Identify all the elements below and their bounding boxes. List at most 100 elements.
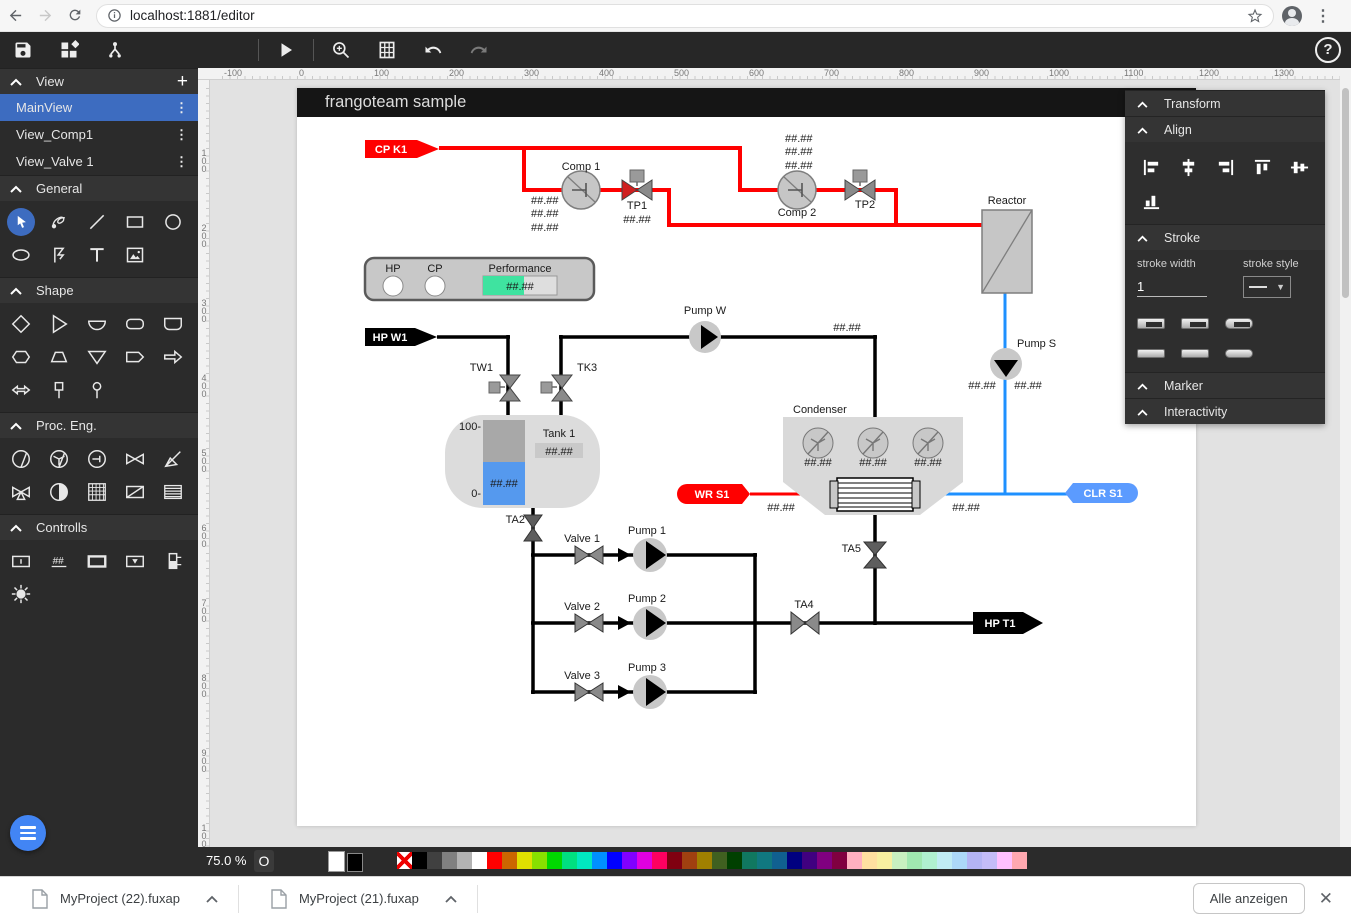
view-panel-header[interactable]: View +	[0, 68, 198, 94]
view-item-menu-icon[interactable]: ⋮	[175, 127, 188, 143]
shape-pin-round[interactable]	[78, 373, 116, 406]
align-section-header[interactable]: Align	[1125, 116, 1325, 142]
reactor[interactable]: Reactor	[981, 195, 1033, 294]
shape-triangle-right[interactable]	[40, 307, 78, 340]
color-swatch[interactable]	[622, 852, 637, 869]
color-swatch[interactable]	[712, 852, 727, 869]
color-swatch[interactable]	[982, 852, 997, 869]
pumps-value-left[interactable]: ##.##	[968, 380, 996, 392]
color-swatch[interactable]	[1012, 852, 1027, 869]
pump-2[interactable]: Pump 2	[628, 593, 667, 640]
view-item-menu-icon[interactable]: ⋮	[175, 100, 188, 116]
proc-motor-valve[interactable]	[2, 475, 40, 508]
color-swatch[interactable]	[442, 852, 457, 869]
redo-button[interactable]	[456, 32, 502, 68]
color-swatch[interactable]	[757, 852, 772, 869]
color-swatch[interactable]	[907, 852, 922, 869]
transform-section-header[interactable]: Transform	[1125, 90, 1325, 116]
color-swatch[interactable]	[607, 852, 622, 869]
clrs1-value[interactable]: ##.##	[952, 502, 980, 514]
color-swatch[interactable]	[592, 852, 607, 869]
info-icon[interactable]	[107, 8, 122, 23]
shape-rounded-rect[interactable]	[116, 307, 154, 340]
widgets-button[interactable]	[46, 32, 92, 68]
condenser-fan-1[interactable]	[802, 427, 834, 459]
tag-cpk1[interactable]: CP K1	[365, 140, 439, 158]
proc-compressor[interactable]	[78, 442, 116, 475]
shape-cup[interactable]	[154, 307, 192, 340]
shape-pentagon-right[interactable]	[116, 340, 154, 373]
valve-3[interactable]: Valve 3	[564, 670, 604, 702]
valve-2[interactable]: Valve 2	[564, 601, 604, 633]
process-diagram[interactable]: CP K1 Comp 1 ##.## ##.## ##.## TP1 ##.##…	[297, 117, 1196, 826]
view-item[interactable]: MainView ⋮	[0, 94, 198, 121]
path-tool[interactable]	[40, 238, 78, 271]
shape-pin-square[interactable]	[40, 373, 78, 406]
color-swatch[interactable]	[652, 852, 667, 869]
zoom-origin-button[interactable]: O	[254, 850, 274, 872]
align-bottom-button[interactable]	[1133, 184, 1170, 218]
color-swatch[interactable]	[457, 852, 472, 869]
color-swatch[interactable]	[772, 852, 787, 869]
save-button[interactable]	[0, 32, 46, 68]
align-top-button[interactable]	[1244, 150, 1281, 184]
color-swatch[interactable]	[697, 852, 712, 869]
tank1[interactable]: ##.## 100- 0- Tank 1 ##.##	[445, 415, 600, 508]
color-swatch[interactable]	[742, 852, 757, 869]
marker-section-header[interactable]: Marker	[1125, 372, 1325, 398]
stroke-join-round-button[interactable]	[1181, 318, 1209, 329]
image-tool[interactable]	[116, 238, 154, 271]
ellipse-tool[interactable]	[2, 238, 40, 271]
rect-tool[interactable]	[116, 205, 154, 238]
stroke-color-swatch[interactable]	[347, 853, 363, 872]
pump-s[interactable]: Pump S	[990, 338, 1056, 380]
color-swatch[interactable]	[412, 852, 427, 869]
stroke-cap-butt-button[interactable]	[1137, 349, 1165, 358]
add-view-button[interactable]: +	[177, 71, 188, 93]
shape-half-moon[interactable]	[78, 307, 116, 340]
valve-ta4[interactable]: TA4	[790, 599, 820, 636]
proc-valve[interactable]	[116, 442, 154, 475]
condenser-fan-3[interactable]	[912, 427, 944, 459]
stroke-join-miter-button[interactable]	[1137, 318, 1165, 329]
shape-arrow-right[interactable]	[154, 340, 192, 373]
proc-exchanger[interactable]	[116, 475, 154, 508]
view-item[interactable]: View_Valve 1 ⋮	[0, 148, 198, 175]
color-swatch[interactable]	[472, 852, 487, 869]
general-panel-header[interactable]: General	[0, 175, 198, 201]
proc-mesh[interactable]	[78, 475, 116, 508]
url-text[interactable]: localhost:1881/editor	[130, 8, 1247, 23]
text-tool[interactable]	[78, 238, 116, 271]
color-swatch[interactable]	[832, 852, 847, 869]
run-button[interactable]	[263, 32, 309, 68]
browser-menu-icon[interactable]: ⋮	[1308, 6, 1338, 26]
color-swatch[interactable]	[922, 852, 937, 869]
stroke-join-bevel-button[interactable]	[1225, 318, 1253, 329]
color-swatch[interactable]	[637, 852, 652, 869]
valve-tw1[interactable]: TW1	[470, 362, 522, 402]
menu-fab-button[interactable]	[10, 815, 46, 851]
shape-diamond[interactable]	[2, 307, 40, 340]
comp2-values[interactable]: ##.##	[785, 160, 813, 172]
align-center-h-button[interactable]	[1170, 150, 1207, 184]
proc-half-pump[interactable]	[40, 475, 78, 508]
tag-wrs1[interactable]: WR S1	[677, 484, 750, 504]
tag-hpt1[interactable]: HP T1	[973, 612, 1043, 634]
close-downloads-icon[interactable]: ✕	[1319, 889, 1333, 909]
wrs1-value[interactable]: ##.##	[767, 502, 795, 514]
canvas-scrollbar[interactable]	[1340, 68, 1351, 876]
color-swatch[interactable]	[937, 852, 952, 869]
comp1-values[interactable]: ##.##	[531, 222, 559, 234]
color-swatch[interactable]	[817, 852, 832, 869]
proc-heater[interactable]	[154, 475, 192, 508]
red-pipes[interactable]	[439, 146, 983, 227]
color-swatch[interactable]	[802, 852, 817, 869]
controls-panel-header[interactable]: Controlls	[0, 514, 198, 540]
download-menu-chevron-icon[interactable]	[206, 890, 218, 908]
shape-hexagon[interactable]	[2, 340, 40, 373]
view-item-menu-icon[interactable]: ⋮	[175, 154, 188, 170]
comp2-values[interactable]: ##.##	[785, 133, 813, 145]
status-panel[interactable]: HP CP Performance ##.##	[363, 256, 596, 302]
stroke-cap-round-button[interactable]	[1225, 349, 1253, 358]
color-swatch[interactable]	[487, 852, 502, 869]
